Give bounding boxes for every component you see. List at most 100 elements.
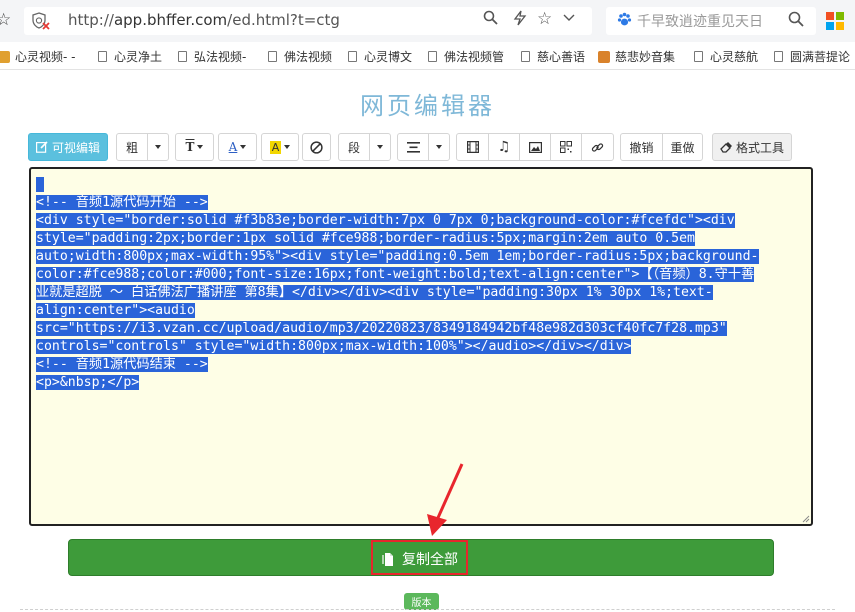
align-button[interactable] xyxy=(398,134,428,160)
redo-label: 重做 xyxy=(670,140,695,155)
insert-image-button[interactable] xyxy=(519,134,550,160)
insert-group: ♫ xyxy=(456,133,614,161)
apps-grid-icon[interactable] xyxy=(826,12,844,30)
paragraph-label: 段 xyxy=(347,140,360,155)
bookmarks-bar: 心灵视频- - 心灵净土 弘法视频- 佛法视频 心灵博文 佛法视频管 慈心善语 xyxy=(0,42,855,70)
insert-link-button[interactable] xyxy=(581,134,613,160)
code-line-text: <!-- 音频1源代码开始 --> xyxy=(36,195,208,210)
code-line: color:#fce988;color:#000;font-size:16px;… xyxy=(36,266,808,284)
align-group xyxy=(397,133,450,161)
format-tool-button[interactable]: 格式工具 xyxy=(712,133,792,161)
code-line-text: controls="controls" style="width:800px;m… xyxy=(36,339,632,354)
font-color-button[interactable]: A xyxy=(218,133,257,161)
shield-blocked-icon[interactable] xyxy=(32,12,50,30)
bookmark-item[interactable]: 心灵慈航 xyxy=(694,48,758,65)
document-icon xyxy=(428,51,437,62)
clear-format-button[interactable] xyxy=(302,133,331,161)
insert-video-button[interactable] xyxy=(457,134,488,160)
code-line-text: auto;width:800px;max-width:95%"><div sty… xyxy=(36,249,759,264)
document-icon xyxy=(178,51,187,62)
redo-button[interactable]: 重做 xyxy=(662,134,702,160)
bookmark-item[interactable]: 慈悲妙音集 xyxy=(598,48,675,65)
site-favicon xyxy=(0,50,10,63)
link-icon xyxy=(591,142,604,152)
search-submit-icon[interactable] xyxy=(788,11,804,27)
edit-icon xyxy=(35,141,48,153)
chevron-down-icon[interactable] xyxy=(563,10,575,28)
bookmark-label: 心灵慈航 xyxy=(710,50,759,64)
insert-qrcode-button[interactable] xyxy=(550,134,581,160)
code-line: <!-- 音频1源代码结束 --> xyxy=(36,356,808,374)
bookmark-item[interactable]: 弘法视频- xyxy=(178,48,246,65)
visual-edit-label: 可视编辑 xyxy=(51,140,100,155)
document-icon xyxy=(694,51,703,62)
code-line: src="https://i3.vzan.cc/upload/audio/mp3… xyxy=(36,320,808,338)
caret-down-icon xyxy=(436,145,442,149)
bold-label: 粗 xyxy=(125,140,138,155)
image-icon xyxy=(528,141,542,153)
code-line xyxy=(36,176,808,194)
font-size-label: T xyxy=(185,140,195,154)
copy-all-label-group[interactable]: 复制全部 xyxy=(382,549,458,569)
caret-down-icon xyxy=(377,145,383,149)
font-color-label: A xyxy=(228,140,238,154)
caret-down-icon xyxy=(197,145,204,149)
url-text[interactable]: http://app.bhffer.com/ed.html?t=ctg xyxy=(68,11,340,29)
code-line-text: src="https://i3.vzan.cc/upload/audio/mp3… xyxy=(36,321,727,336)
bookmark-item[interactable]: 心灵博文 xyxy=(348,48,412,65)
magnifier-icon[interactable] xyxy=(483,10,498,29)
bookmark-label: 心灵博文 xyxy=(364,50,413,64)
insert-audio-button[interactable]: ♫ xyxy=(488,134,519,160)
caret-down-icon xyxy=(240,145,247,149)
bookmark-label: 慈悲妙音集 xyxy=(615,50,676,64)
code-line-text xyxy=(36,177,44,192)
code-line: auto;width:800px;max-width:95%"><div sty… xyxy=(36,248,808,266)
document-icon xyxy=(348,51,357,62)
align-dropdown[interactable] xyxy=(428,134,449,160)
bg-color-button[interactable]: A xyxy=(261,133,299,161)
url-path: /ed.html?t=ctg xyxy=(227,11,340,29)
bookmark-label: 弘法视频- xyxy=(194,50,247,64)
paragraph-dropdown[interactable] xyxy=(369,134,390,160)
bold-button[interactable]: 粗 xyxy=(117,134,147,160)
bookmark-star-icon[interactable]: ☆ xyxy=(0,10,11,30)
version-badge[interactable]: 版本 xyxy=(404,593,439,610)
code-line-text: <p>&nbsp;</p> xyxy=(36,375,140,390)
document-icon xyxy=(521,51,530,62)
code-line: <p>&nbsp;</p> xyxy=(36,374,808,392)
lightning-icon[interactable] xyxy=(513,10,527,30)
star-icon[interactable]: ☆ xyxy=(537,9,552,29)
music-note-icon: ♫ xyxy=(497,139,511,155)
copy-all-label: 复制全部 xyxy=(402,552,458,568)
align-center-icon xyxy=(406,141,420,153)
code-line: align:center"><audio xyxy=(36,302,808,320)
bg-color-label: A xyxy=(269,140,282,154)
eraser-icon xyxy=(720,142,732,153)
code-line: style="padding:2px;border:1px solid #fce… xyxy=(36,230,808,248)
page-title: 网页编辑器 xyxy=(360,92,495,120)
code-line: 业就是超脱 ～ 白话佛法广播讲座 第8集】</div></div><div st… xyxy=(36,284,808,302)
bookmark-item[interactable]: 慈心善语 xyxy=(521,48,585,65)
code-line-text: color:#fce988;color:#000;font-size:16px;… xyxy=(36,267,755,282)
bold-dropdown[interactable] xyxy=(147,134,168,160)
bookmark-item[interactable]: 佛法视频管 xyxy=(428,48,504,65)
bookmark-item[interactable]: 圆满菩提论 xyxy=(774,48,850,65)
bookmark-label: 心灵净土 xyxy=(114,50,163,64)
visual-edit-button[interactable]: 可视编辑 xyxy=(28,133,108,161)
history-group: 撤销 重做 xyxy=(620,133,703,161)
source-code: <!-- 音频1源代码开始 --> <div style="border:soli… xyxy=(36,176,808,392)
footer-divider xyxy=(20,609,835,610)
bookmark-label: 心灵视频- - xyxy=(15,50,76,64)
code-line: controls="controls" style="width:800px;m… xyxy=(36,338,808,356)
document-icon xyxy=(268,51,277,62)
bookmark-item[interactable]: 心灵净土 xyxy=(98,48,162,65)
bold-group: 粗 xyxy=(116,133,169,161)
font-size-button[interactable]: T xyxy=(175,133,214,161)
caret-down-icon xyxy=(284,145,291,149)
annotation-arrow xyxy=(427,463,464,536)
resize-handle-icon[interactable] xyxy=(801,514,810,523)
paragraph-button[interactable]: 段 xyxy=(339,134,369,160)
undo-button[interactable]: 撤销 xyxy=(621,134,662,160)
bookmark-item[interactable]: 佛法视频 xyxy=(268,48,332,65)
bookmark-item[interactable]: 心灵视频- - xyxy=(0,48,75,65)
